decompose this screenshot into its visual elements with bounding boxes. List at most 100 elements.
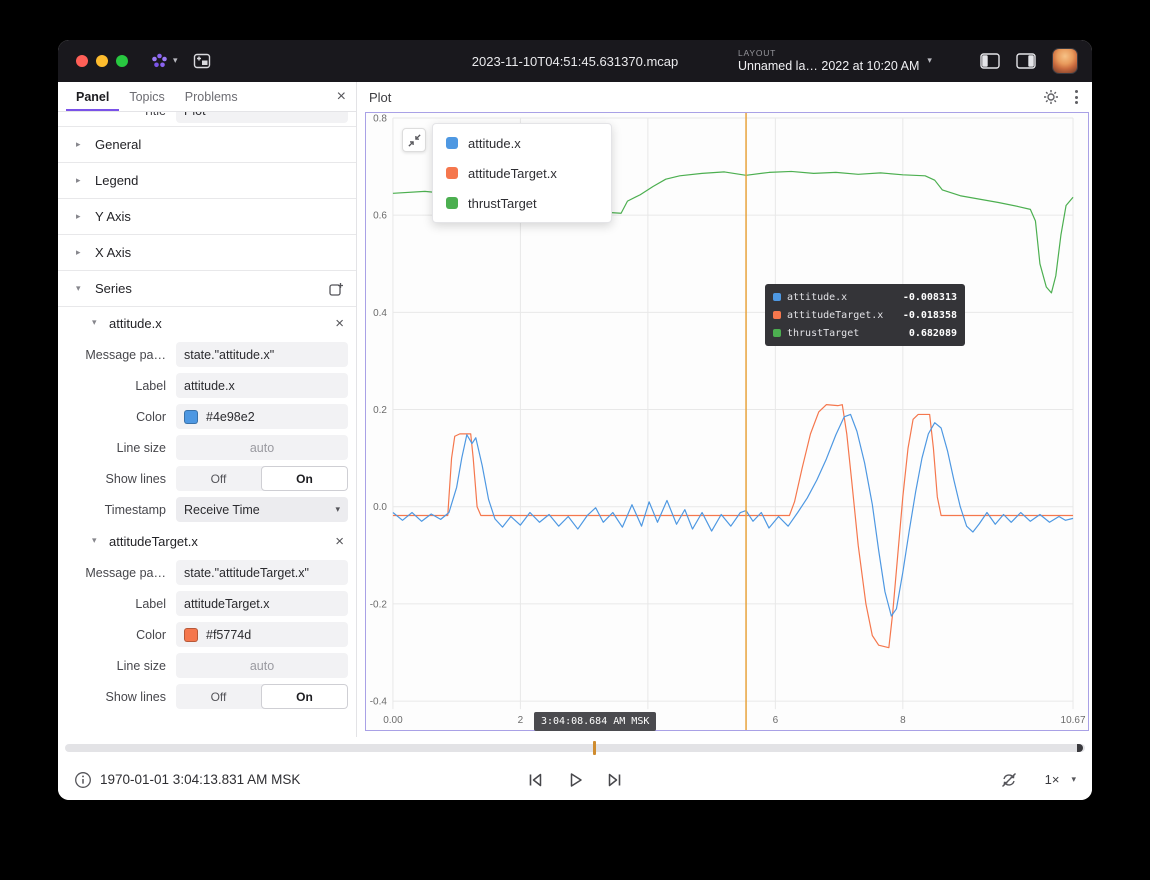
color-swatch[interactable]	[184, 628, 198, 642]
chevron-down-icon[interactable]: ▾	[1071, 775, 1076, 785]
panel-menu-button[interactable]	[1073, 88, 1080, 106]
section-y-axis[interactable]: ▸ Y Axis	[58, 199, 356, 235]
panel-settings-button[interactable]	[1043, 89, 1059, 105]
field-row-timestamp: Timestamp Receive Time ▾	[58, 494, 356, 525]
tooltip-color-chip	[773, 329, 781, 337]
titlebar: ▾ 2023-11-10T04:51:45.631370.mcap LAYOUT…	[58, 40, 1092, 82]
plot-legend: attitude.x attitudeTarget.x thrustTarget	[432, 123, 612, 223]
field-label: Line size	[58, 659, 176, 673]
section-series[interactable]: ▾ Series	[58, 271, 356, 307]
field-label: Line size	[58, 441, 176, 455]
add-panel-icon	[192, 51, 212, 71]
message-path-input[interactable]: state."attitudeTarget.x"	[176, 560, 348, 585]
section-general[interactable]: ▸ General	[58, 127, 356, 163]
field-row-show-lines: Show lines Off On	[58, 681, 356, 712]
y-tick-label: 0.0	[373, 502, 387, 513]
line-size-input[interactable]: auto	[176, 653, 348, 678]
seek-backward-button[interactable]	[525, 770, 545, 790]
close-window-button[interactable]	[76, 55, 88, 67]
message-path-input[interactable]: state."attitude.x"	[176, 342, 348, 367]
color-swatch[interactable]	[184, 410, 198, 424]
tab-panel[interactable]: Panel	[66, 82, 119, 111]
show-lines-toggle: Off On	[176, 466, 348, 491]
tooltip-value: 0.682089	[909, 328, 957, 339]
show-lines-on-option[interactable]: On	[261, 466, 348, 491]
right-sidebar-icon	[1016, 53, 1036, 69]
play-button[interactable]	[565, 770, 585, 790]
remove-series-icon[interactable]: ×	[335, 533, 344, 550]
app-menu-button[interactable]: ▾	[150, 53, 178, 70]
layout-selector[interactable]: LAYOUT Unnamed la… 2022 at 10:20 AM ▾	[738, 48, 932, 74]
label-input[interactable]: attitudeTarget.x	[176, 591, 348, 616]
timeline-scrubber[interactable]	[65, 744, 1085, 752]
info-icon	[74, 771, 92, 789]
tab-topics[interactable]: Topics	[119, 82, 174, 111]
plot-chart-area[interactable]: 0.80.60.40.20.0-0.2-0.40.00246810.67 att…	[365, 112, 1089, 731]
seek-backward-icon	[525, 770, 545, 790]
field-row-message-path: Message pa… state."attitude.x"	[58, 339, 356, 370]
playback-controls-row: 1970-01-01 3:04:13.831 AM MSK	[58, 759, 1092, 800]
series-name: attitudeTarget.x	[109, 534, 198, 549]
layout-label: LAYOUT	[738, 48, 919, 59]
hover-tooltip: attitude.x -0.008313 attitudeTarget.x -0…	[765, 284, 965, 346]
color-input[interactable]: #f5774d	[176, 622, 348, 647]
section-label: Legend	[95, 173, 138, 188]
color-hex-value: #f5774d	[206, 628, 251, 642]
section-label: Series	[95, 281, 132, 296]
zoom-window-button[interactable]	[116, 55, 128, 67]
section-label: General	[95, 137, 141, 152]
legend-color-chip	[446, 167, 458, 179]
show-lines-on-option[interactable]: On	[261, 684, 348, 709]
section-x-axis[interactable]: ▸ X Axis	[58, 235, 356, 271]
seek-forward-icon	[605, 770, 625, 790]
series-header-attitude-x[interactable]: ▾ attitude.x ×	[58, 307, 356, 339]
series-header-attitude-target-x[interactable]: ▾ attitudeTarget.x ×	[58, 525, 356, 557]
color-input[interactable]: #4e98e2	[176, 404, 348, 429]
tooltip-row: thrustTarget 0.682089	[773, 325, 957, 341]
legend-item[interactable]: attitudeTarget.x	[433, 158, 611, 188]
message-path-value: state."attitudeTarget.x"	[184, 566, 309, 580]
playback-info-button[interactable]	[74, 771, 92, 789]
clipped-title-row: Title Plot	[58, 112, 356, 127]
label-value: attitude.x	[184, 379, 235, 393]
field-row-message-path: Message pa… state."attitudeTarget.x"	[58, 557, 356, 588]
field-row-line-size: Line size auto	[58, 432, 356, 463]
chevron-down-icon: ▾	[92, 318, 101, 328]
field-label: Label	[58, 597, 176, 611]
play-icon	[565, 770, 585, 790]
loop-toggle-button[interactable]	[999, 770, 1019, 790]
toggle-left-sidebar-button[interactable]	[980, 53, 1000, 69]
show-lines-off-option[interactable]: Off	[176, 466, 261, 491]
section-label: X Axis	[95, 245, 131, 260]
tooltip-label: thrustTarget	[787, 328, 903, 339]
chevron-down-icon: ▾	[173, 56, 178, 66]
playback-speed[interactable]: 1×	[1045, 772, 1060, 787]
close-sidebar-icon[interactable]: ×	[337, 82, 346, 112]
add-series-button[interactable]	[328, 281, 344, 297]
toggle-right-sidebar-button[interactable]	[1016, 53, 1036, 69]
section-legend[interactable]: ▸ Legend	[58, 163, 356, 199]
line-size-input[interactable]: auto	[176, 435, 348, 460]
show-lines-off-option[interactable]: Off	[176, 684, 261, 709]
remove-series-icon[interactable]: ×	[335, 315, 344, 332]
label-input[interactable]: attitude.x	[176, 373, 348, 398]
user-avatar[interactable]	[1052, 48, 1078, 74]
minimize-window-button[interactable]	[96, 55, 108, 67]
playhead-marker[interactable]	[593, 741, 596, 755]
field-row-color: Color #4e98e2	[58, 401, 356, 432]
seek-forward-button[interactable]	[605, 770, 625, 790]
tab-problems[interactable]: Problems	[175, 82, 248, 111]
y-tick-label: 0.6	[373, 211, 387, 222]
legend-item[interactable]: thrustTarget	[433, 188, 611, 218]
timestamp-select[interactable]: Receive Time ▾	[176, 497, 348, 522]
timeline-scrubber-row	[58, 737, 1092, 759]
label-value: attitudeTarget.x	[184, 597, 269, 611]
legend-item[interactable]: attitude.x	[433, 128, 611, 158]
field-row-color: Color #f5774d	[58, 619, 356, 650]
recording-filename: 2023-11-10T04:51:45.631370.mcap	[472, 54, 678, 69]
title-input[interactable]: Plot	[176, 112, 348, 123]
field-row-line-size: Line size auto	[58, 650, 356, 681]
add-panel-button[interactable]	[192, 51, 212, 71]
collapse-legend-button[interactable]	[402, 128, 426, 152]
chevron-down-icon: ▾	[76, 284, 85, 294]
